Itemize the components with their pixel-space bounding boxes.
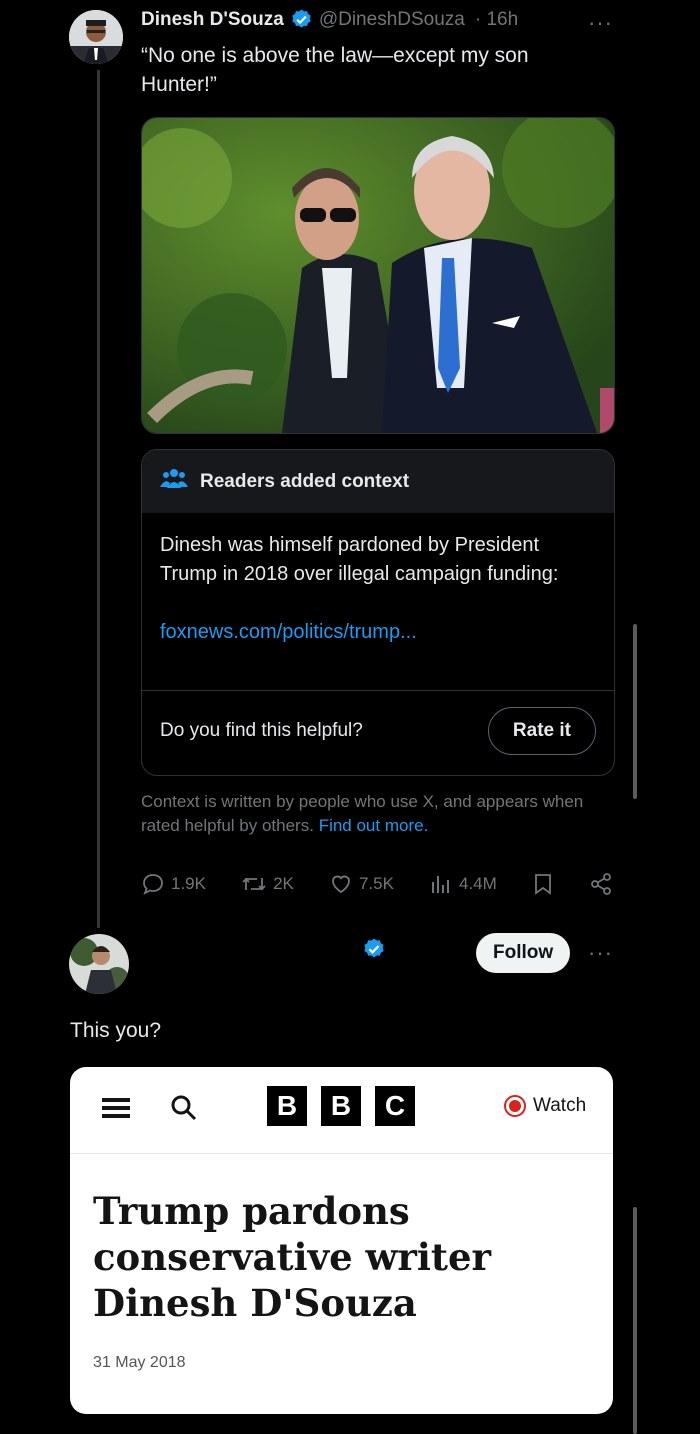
reply-count: 1.9K [171,874,206,893]
helpful-question: Do you find this helpful? [160,720,363,741]
share-icon [591,873,611,895]
heart-icon [332,875,350,894]
tweet-media-image[interactable] [141,117,615,434]
watch-label: Watch [533,1095,587,1116]
repost-count: 2K [273,874,294,893]
views-button[interactable]: 4.4M [429,872,497,896]
note-text: Dinesh was himself pardoned by President… [160,534,559,585]
watch-link: Watch [503,1094,586,1118]
rate-it-button[interactable]: Rate it [487,707,596,755]
repost-icon [242,877,266,891]
like-button[interactable]: 7.5K [329,872,394,896]
tweet-actions: 1.9K 2K 7.5K 4.4M [141,872,613,896]
thread-line [97,70,100,928]
reply-verified-badge-icon [362,937,386,961]
bbc-logo-c: C [375,1086,415,1126]
scrollbar-thumb[interactable] [633,624,637,799]
repost-button[interactable]: 2K [241,872,294,896]
views-icon [432,876,449,893]
bbc-header: B B C Watch [70,1067,613,1154]
tweet-header: Dinesh D'Souza @DineshDSouza · 16h [141,8,518,31]
follow-button[interactable]: Follow [476,933,571,973]
reply-avatar[interactable] [69,934,129,994]
readers-icon [160,468,188,495]
bbc-headline: Trump pardons conservative writer Dinesh… [93,1189,492,1325]
bookmark-button[interactable] [532,872,554,896]
hamburger-menu-icon [102,1096,130,1125]
community-note: Readers added context Dinesh was himself… [141,449,615,776]
note-header: Readers added context [142,450,614,513]
media-photo [142,118,614,433]
bookmark-icon [534,874,551,895]
author-name[interactable]: Dinesh D'Souza [141,9,284,31]
bbc-logo-b2: B [321,1086,361,1126]
tweet-more-icon[interactable]: ··· [588,10,613,36]
find-out-more-link[interactable]: Find out more. [319,816,429,835]
reply-button[interactable]: 1.9K [141,872,206,896]
reply-icon [143,874,163,895]
tweet-text: “No one is above the law—except my son H… [141,44,529,96]
views-count: 4.4M [459,874,497,893]
live-record-icon [504,1095,526,1117]
note-title: Readers added context [200,470,410,492]
reply-text: This you? [70,1019,162,1042]
share-button[interactable] [589,872,613,896]
note-feedback: Do you find this helpful? Rate it [142,691,614,771]
note-body: Dinesh was himself pardoned by President… [142,513,614,691]
bbc-date: 31 May 2018 [93,1354,186,1371]
reply-more-icon[interactable]: ··· [588,940,613,966]
scrollbar-thumb-lower[interactable] [633,1207,637,1434]
bbc-search-icon [170,1094,198,1127]
context-info: Context is written by people who use X, … [141,790,611,838]
like-count: 7.5K [358,874,394,893]
author-handle[interactable]: @DineshDSouza [319,9,465,31]
note-source-link[interactable]: foxnews.com/politics/trump... [160,618,596,647]
verified-badge-icon [290,8,313,31]
bbc-screenshot[interactable]: B B C Watch Trump pardons conservative w… [70,1067,613,1414]
bbc-logo-b1: B [267,1086,307,1126]
author-avatar[interactable] [69,10,123,64]
tweet-time[interactable]: · 16h [475,9,518,31]
